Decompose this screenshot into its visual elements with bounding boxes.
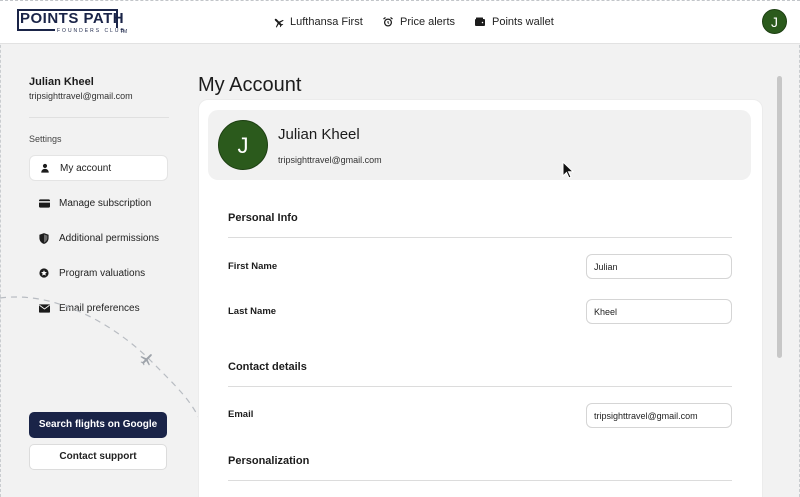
sidebar-item-manage-subscription[interactable]: Manage subscription: [29, 190, 168, 216]
person-icon: [39, 162, 51, 174]
sidebar-divider: [29, 117, 169, 118]
profile-name: Julian Kheel: [278, 126, 360, 143]
wallet-icon: [475, 17, 485, 26]
sidebar-user-email: tripsighttravel@gmail.com: [29, 91, 133, 101]
nav-price-alerts[interactable]: Price alerts: [382, 14, 455, 30]
mouse-cursor-icon: [562, 161, 574, 179]
sidebar-item-label: My account: [60, 162, 112, 174]
logo-subtitle: FOUNDERS CLUB: [55, 28, 128, 34]
sidebar-item-label: Manage subscription: [59, 197, 152, 209]
scrollbar-thumb[interactable]: [777, 76, 782, 358]
section-divider: [228, 480, 732, 481]
points-path-logo[interactable]: POINTS PATH FOUNDERS CLUB TM: [17, 9, 128, 35]
email-label: Email: [228, 409, 254, 420]
sidebar-settings-heading: Settings: [29, 134, 62, 144]
sidebar-item-program-valuations[interactable]: Program valuations: [29, 260, 168, 286]
nav-price-alerts-label: Price alerts: [400, 16, 456, 28]
email-field[interactable]: [586, 403, 732, 428]
first-name-field[interactable]: [586, 254, 732, 279]
card-icon: [38, 197, 50, 209]
profile-avatar[interactable]: J: [218, 120, 268, 170]
last-name-label: Last Name: [228, 306, 277, 317]
section-personalization: Personalization: [228, 455, 310, 467]
first-name-label: First Name: [228, 261, 278, 272]
logo-trademark: TM: [120, 29, 128, 35]
page-title: My Account: [198, 74, 302, 96]
logo-wordmark: POINTS PATH: [20, 10, 125, 27]
sidebar-item-label: Additional permissions: [59, 232, 160, 244]
section-divider: [228, 237, 732, 238]
search-flights-google-button[interactable]: Search flights on Google: [29, 412, 167, 438]
section-personal-info: Personal Info: [228, 212, 298, 224]
shield-icon: [38, 232, 50, 244]
nav-lufthansa-first[interactable]: Lufthansa First: [272, 14, 363, 30]
top-navigation-bar: POINTS PATH FOUNDERS CLUB TM Lufthansa F…: [0, 0, 800, 44]
profile-header: [208, 110, 751, 180]
section-divider: [228, 386, 732, 387]
sidebar-user-name: Julian Kheel: [29, 76, 94, 88]
nav-points-wallet-label: Points wallet: [492, 16, 554, 28]
user-avatar[interactable]: J: [762, 9, 787, 34]
section-contact-details: Contact details: [228, 361, 307, 373]
profile-email: tripsighttravel@gmail.com: [278, 155, 382, 165]
plane-icon: [274, 18, 284, 28]
last-name-field[interactable]: [586, 299, 732, 324]
contact-support-button[interactable]: Contact support: [29, 444, 167, 470]
small-plane-icon: [140, 354, 152, 366]
sidebar-item-my-account[interactable]: My account: [29, 155, 168, 181]
dashed-top-edge: [0, 0, 800, 1]
nav-lufthansa-label: Lufthansa First: [290, 16, 363, 28]
nav-points-wallet[interactable]: Points wallet: [474, 14, 554, 30]
sidebar-item-label: Program valuations: [59, 267, 146, 279]
sidebar-item-additional-permissions[interactable]: Additional permissions: [29, 225, 168, 251]
badge-icon: [38, 267, 50, 279]
alarm-clock-icon: [383, 17, 393, 27]
